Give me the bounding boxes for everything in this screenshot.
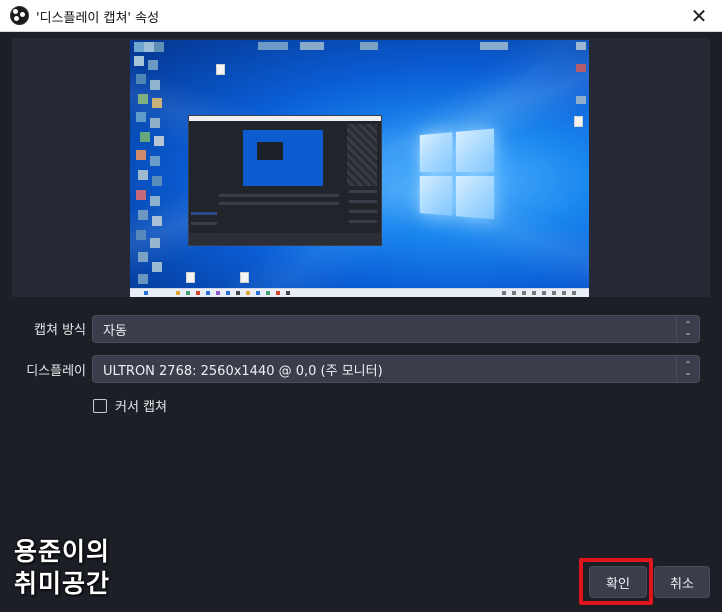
preview-panel (12, 38, 710, 297)
title-bar: '디스플레이 캡쳐' 속성 ✕ (0, 0, 722, 32)
updown-arrows-icon: ⌃ ⌄ (676, 316, 699, 342)
display-value: ULTRON 2768: 2560x1440 @ 0,0 (주 모니터) (103, 363, 383, 379)
cancel-button[interactable]: 취소 (654, 566, 710, 598)
taskbar (130, 288, 589, 297)
windows-logo-icon (419, 128, 496, 221)
ok-button[interactable]: 확인 (589, 566, 647, 598)
watermark: 용준이의 취미공간 (14, 536, 110, 600)
display-select[interactable]: ULTRON 2768: 2560x1440 @ 0,0 (주 모니터) ⌃ ⌄ (92, 355, 700, 383)
cursor-capture-checkbox[interactable] (93, 398, 107, 413)
cursor-capture-label: 커서 캡쳐 (115, 400, 167, 415)
capture-method-select[interactable]: 자동 ⌃ ⌄ (92, 315, 700, 343)
nested-obs-window (188, 115, 382, 246)
watermark-line2: 취미공간 (14, 569, 111, 598)
capture-method-label: 캡쳐 방식 (34, 323, 86, 338)
window-title: '디스플레이 캡쳐' 속성 (36, 11, 160, 26)
updown-arrows-icon: ⌃ ⌄ (676, 356, 699, 382)
capture-method-value: 자동 (103, 323, 127, 339)
display-label: 디스플레이 (26, 364, 86, 379)
cursor-capture-row: 커서 캡쳐 (93, 396, 167, 415)
obs-logo-icon (10, 6, 29, 25)
desktop-preview-image (130, 40, 589, 297)
close-button[interactable]: ✕ (676, 0, 722, 31)
watermark-line1: 용준이의 (14, 537, 111, 566)
